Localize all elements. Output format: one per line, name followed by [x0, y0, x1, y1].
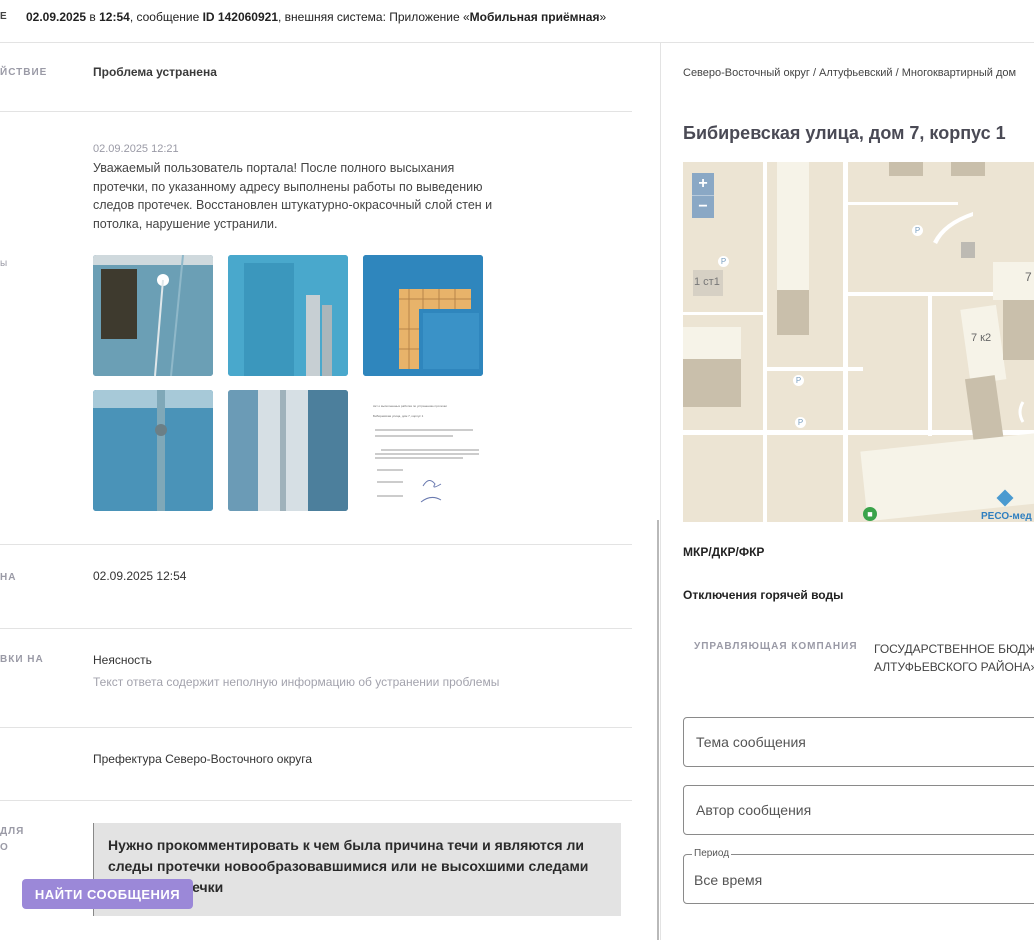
divider [0, 111, 632, 112]
photo-pipe-icon [93, 390, 213, 511]
mkr-label: МКР/ДКР/ФКР [683, 545, 765, 559]
document-lines-icon [375, 429, 479, 503]
map-poi-label: РЕСО-мед [981, 511, 1032, 522]
reason-value: Неясность [93, 653, 152, 667]
zoom-in-button[interactable]: + [692, 173, 714, 195]
photo-thumbnail-4[interactable] [93, 390, 213, 511]
address-panel: Северо-Восточный округ / Алтуфьевский / … [661, 43, 1034, 940]
message-header: Е 02.09.2025 в 12:54, сообщение ID 14206… [0, 0, 1034, 43]
message-id: ID 142060921 [202, 10, 278, 24]
map[interactable]: + − 1 ст1 7 к2 7 P P P P ■ РЕСО-мед [683, 162, 1034, 522]
reply-date: 02.09.2025 12:21 [93, 143, 179, 155]
deadline-label: НА [0, 572, 17, 583]
find-messages-button[interactable]: НАЙТИ СООБЩЕНИЯ [22, 879, 193, 909]
topic-field[interactable] [683, 717, 1034, 767]
photo-thumbnail-1[interactable] [93, 255, 213, 376]
photo-glass-blocks-icon [363, 255, 483, 376]
reply-text: Уважаемый пользователь портала! После по… [93, 161, 493, 231]
header-time: 12:54 [99, 10, 130, 24]
header-date: 02.09.2025 [26, 10, 87, 24]
divider [0, 628, 632, 629]
header-label: Е [0, 11, 7, 22]
photo-thumbnail-5[interactable] [228, 390, 348, 511]
app-name: Мобильная приёмная [469, 10, 600, 24]
document-thumbnail[interactable]: Акт о выполненных работах по устранению … [363, 390, 483, 511]
scrollbar[interactable] [657, 520, 659, 940]
message-info: 02.09.2025 в 12:54, сообщение ID 1420609… [26, 0, 606, 34]
parking-icon: P [793, 375, 804, 386]
management-company-value: ГОСУДАРСТВЕННОЕ БЮДЖ АЛТУФЬЕВСКОГО РАЙОН… [874, 642, 1034, 674]
map-label-building-2: 7 к2 [971, 332, 992, 344]
photo-thumbnail-3[interactable] [363, 255, 483, 376]
map-label-building-1: 1 ст1 [694, 276, 720, 288]
comment-label-2: О [0, 842, 9, 853]
action-value: Проблема устранена [93, 65, 217, 79]
management-company-label: УПРАВЛЯЮЩАЯ КОМПАНИЯ [694, 641, 858, 652]
period-value: Все время [694, 872, 763, 888]
map-label-building-3: 7 [1025, 270, 1032, 284]
shop-cart-icon: ■ [863, 507, 877, 521]
period-select[interactable]: Период Все время [683, 847, 1034, 904]
parking-icon: P [718, 256, 729, 267]
breadcrumb: Северо-Восточный округ / Алтуфьевский / … [683, 67, 1017, 79]
org-value: Префектура Северо-Восточного округа [93, 752, 313, 766]
header-close-quote: » [599, 10, 607, 24]
divider [0, 727, 632, 728]
reason-note: Текст ответа содержит неполную информаци… [93, 675, 500, 689]
deadline-value: 02.09.2025 12:54 [93, 569, 187, 583]
header-msg-text: , сообщение [129, 10, 203, 24]
author-input[interactable] [694, 801, 1034, 819]
outage-label: Отключения горячей воды [683, 588, 844, 602]
message-details-panel: ЙСТВИЕ Проблема устранена 02.09.2025 12:… [0, 43, 660, 940]
reason-label: ВКИ НА [0, 654, 44, 665]
photo-wall-light-icon [93, 255, 213, 376]
parking-icon: P [795, 417, 806, 428]
header-ext-text: , внешняя система: Приложение « [278, 10, 470, 24]
photo-door-icon [228, 255, 348, 376]
action-label: ЙСТВИЕ [0, 67, 48, 78]
divider [0, 544, 632, 545]
divider [0, 800, 632, 801]
building-address: Бибиревская улица, дом 7, корпус 1 [683, 123, 1006, 143]
photo-corner-icon [228, 390, 348, 511]
topic-input[interactable] [694, 733, 1034, 751]
period-legend: Период [692, 847, 732, 861]
parking-icon: P [912, 225, 923, 236]
author-field[interactable] [683, 785, 1034, 835]
files-label: ы [0, 258, 9, 269]
header-in: в [86, 10, 100, 24]
photo-thumbnail-2[interactable] [228, 255, 348, 376]
zoom-out-button[interactable]: − [692, 195, 714, 218]
